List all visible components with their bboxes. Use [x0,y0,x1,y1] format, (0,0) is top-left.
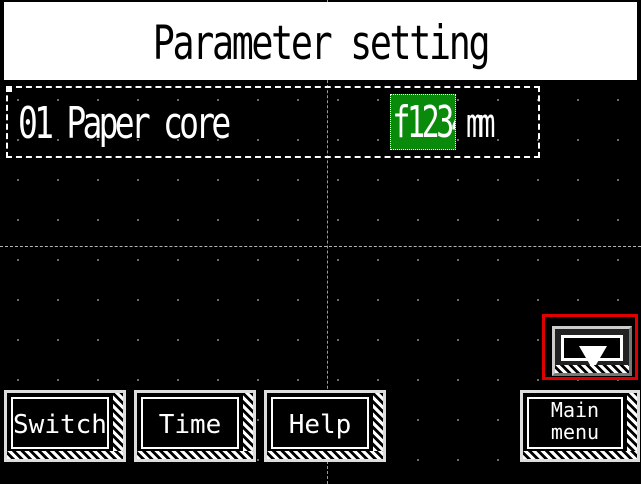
scroll-down-button-face [561,335,623,370]
time-button-label: Time [158,410,222,440]
help-button[interactable]: Help [264,390,386,462]
parameter-value-field[interactable]: f1234 [390,94,456,150]
button-hatch [243,393,253,459]
main-menu-button[interactable]: Main menu [520,390,640,462]
button-hatch [523,451,637,459]
main-menu-button-label: Main menu [529,399,621,443]
page-title: Parameter setting [152,16,491,71]
time-button[interactable]: Time [134,390,256,462]
switch-button[interactable]: Switch [4,390,126,462]
horizontal-guide [0,246,641,247]
parameter-value-text: f1234 [392,97,455,148]
button-hatch [627,393,637,459]
parameter-unit: mm [466,101,496,147]
button-hatch [555,365,629,373]
button-hatch [267,451,383,459]
switch-button-label: Switch [13,410,107,440]
title-bar: Parameter setting [4,2,637,80]
button-hatch [137,451,253,459]
parameter-label: 01 Paper core [18,98,231,149]
help-button-label: Help [288,410,352,440]
parameter-row[interactable]: 01 Paper core f1234 mm [6,86,540,158]
hmi-screen: Parameter setting 01 Paper core f1234 mm… [0,0,641,484]
button-hatch [7,451,123,459]
button-hatch [373,393,383,459]
main-menu-label-line1: Main [550,398,600,422]
main-menu-label-line2: menu [550,420,600,444]
scroll-down-button[interactable] [552,326,632,376]
button-hatch [113,393,123,459]
